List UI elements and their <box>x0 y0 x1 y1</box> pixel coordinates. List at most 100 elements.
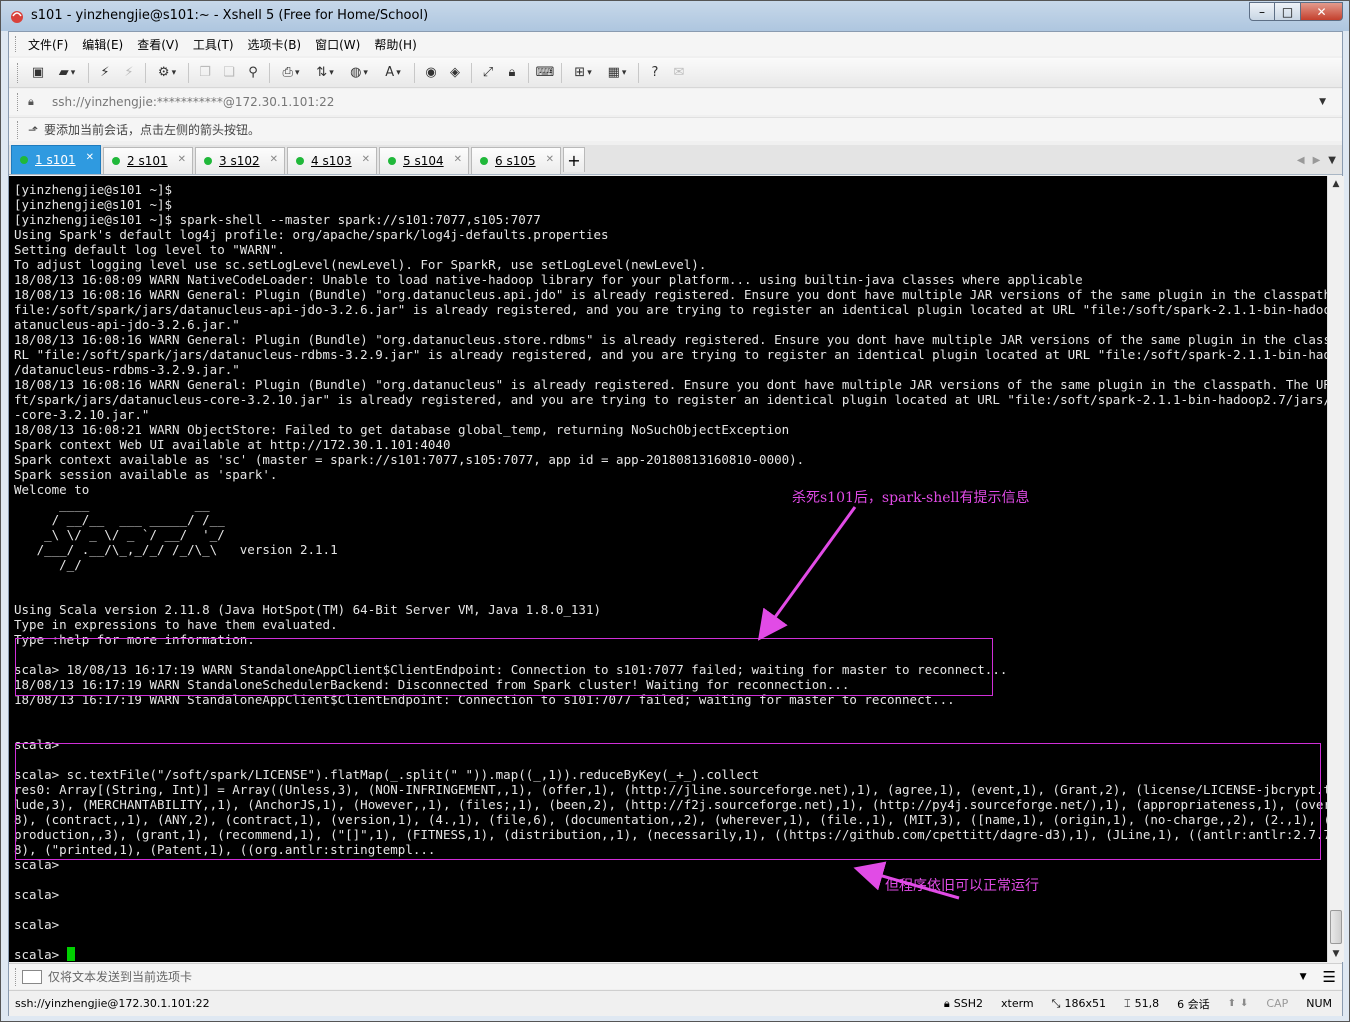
tab-3-s102[interactable]: 3 s102 ✕ <box>195 147 285 174</box>
open-folder-icon[interactable]: ▰ <box>52 63 82 83</box>
title-bar[interactable]: s101 - yinzhengjie@s101:~ - Xshell 5 (Fr… <box>1 1 1349 31</box>
keyboard-icon[interactable]: ⌨ <box>535 63 555 83</box>
scroll-down-icon[interactable]: ▼ <box>1328 946 1344 962</box>
find-icon[interactable]: ⚲ <box>243 63 263 83</box>
tab-close-icon[interactable]: ✕ <box>270 154 278 165</box>
status-sessions: 6 会话 <box>1177 997 1210 1011</box>
add-tab-button[interactable]: + <box>563 147 585 172</box>
connected-status-icon <box>388 157 396 165</box>
toolbar-separator <box>471 62 472 83</box>
menu-window[interactable]: 窗口(W) <box>315 36 360 53</box>
help-icon[interactable]: ? <box>645 63 665 83</box>
status-term: xterm <box>1001 997 1034 1010</box>
xshell-app-icon <box>11 11 23 23</box>
maximize-button[interactable]: □ <box>1275 2 1301 21</box>
disconnect-icon[interactable]: ⚡ <box>119 63 139 83</box>
tab-next-icon[interactable]: ▶ <box>1313 155 1321 166</box>
tab-label: 6 s105 <box>495 154 536 168</box>
tab-1-s101[interactable]: 1 s101 ✕ <box>11 145 101 174</box>
toolbar-separator <box>88 62 89 83</box>
annotation-bottom: 但程序依旧可以正常运行 <box>885 878 1039 894</box>
address-value: ssh://yinzhengjie:***********@172.30.1.1… <box>52 95 335 109</box>
session-hint-text: 要添加当前会话，点击左侧的箭头按钮。 <box>44 123 261 137</box>
toolbar-separator <box>269 62 270 83</box>
minimize-button[interactable]: – <box>1249 2 1275 21</box>
tab-close-icon[interactable]: ✕ <box>546 154 554 165</box>
properties-icon[interactable]: ⚙ <box>152 63 182 83</box>
status-arrows: ⬆ ⬇ <box>1228 998 1249 1009</box>
toolbar: ▣ ▰ ⚡ ⚡ ⚙ ❐ ❏ ⚲ ⎙ ⇅ ◍ A ◉ ◈ ⤢ 🔒︎ ⌨ ⊞ <box>9 58 1342 88</box>
tab-navigation: ◀ ▶ ▼ <box>1297 146 1342 174</box>
status-position: ⌶ 51,8 <box>1124 997 1159 1011</box>
window-controls: – □ ✕ <box>1249 2 1343 22</box>
new-session-icon[interactable]: ▣ <box>28 63 48 83</box>
connect-icon[interactable]: ⚡ <box>95 63 115 83</box>
arrow-down-icon[interactable]: ⬇ <box>1240 998 1248 1009</box>
tab-5-s104[interactable]: 5 s104 ✕ <box>379 147 469 174</box>
connected-status-icon <box>204 157 212 165</box>
menu-help[interactable]: 帮助(H) <box>374 36 416 53</box>
connected-status-icon <box>296 157 304 165</box>
xftp-icon[interactable]: ◉ <box>421 63 441 83</box>
tab-2-s101[interactable]: 2 s101 ✕ <box>103 147 193 174</box>
terminal-scrollbar[interactable]: ▲ ▼ <box>1327 176 1344 962</box>
sendbar-grip <box>15 967 18 986</box>
resize-icon: ⤡ <box>1051 996 1061 1010</box>
scroll-thumb[interactable] <box>1330 910 1342 944</box>
lock-icon[interactable]: 🔒︎ <box>502 63 522 83</box>
warning-highlight-box <box>15 638 993 696</box>
menu-tabs[interactable]: 选项卡(B) <box>248 36 302 53</box>
menu-view[interactable]: 查看(V) <box>137 36 179 53</box>
size-value: 186x51 <box>1064 997 1106 1010</box>
menu-icon[interactable]: ☰ <box>1323 968 1336 986</box>
chevron-down-icon[interactable]: ▼ <box>1300 972 1307 982</box>
hintbar-grip <box>17 120 20 139</box>
menu-tools[interactable]: 工具(T) <box>193 36 234 53</box>
tab-close-icon[interactable]: ✕ <box>178 154 186 165</box>
address-input[interactable]: 🔒︎ ssh://yinzhengjie:***********@172.30.… <box>28 92 1334 112</box>
connected-status-icon <box>112 157 120 165</box>
transfer-icon[interactable]: ⇅ <box>310 63 340 83</box>
tab-prev-icon[interactable]: ◀ <box>1297 155 1305 166</box>
scroll-up-icon[interactable]: ▲ <box>1328 176 1344 192</box>
connected-status-icon <box>480 157 488 165</box>
toolbar-separator <box>638 62 639 83</box>
copy-icon[interactable]: ❐ <box>195 63 215 83</box>
globe-icon[interactable]: ◍ <box>344 63 374 83</box>
tab-label: 5 s104 <box>403 154 444 168</box>
toolbar-grip <box>17 62 20 83</box>
tab-4-s103[interactable]: 4 s103 ✕ <box>287 147 377 174</box>
terminal-output[interactable]: [yinzhengjie@s101 ~]$ [yinzhengjie@s101 … <box>9 176 1327 962</box>
toolbar-separator <box>145 62 146 83</box>
tab-label: 2 s101 <box>127 154 168 168</box>
menu-file[interactable]: 文件(F) <box>28 36 68 53</box>
compose-bar-icon[interactable] <box>22 969 42 984</box>
tab-close-icon[interactable]: ✕ <box>362 154 370 165</box>
tab-label: 1 s101 <box>35 153 76 167</box>
add-session-arrow-icon[interactable]: ⬏ <box>28 123 38 137</box>
toolbar-separator <box>528 62 529 83</box>
fullscreen-icon[interactable]: ⤢ <box>478 63 498 83</box>
tab-list-icon[interactable]: ▼ <box>1328 155 1336 166</box>
layout-icon[interactable]: ▦ <box>602 63 632 83</box>
arrow-up-icon[interactable]: ⬆ <box>1228 998 1236 1009</box>
cursor-position-icon: ⌶ <box>1123 996 1131 1010</box>
xagent-icon[interactable]: ◈ <box>445 63 465 83</box>
status-connection: ssh://yinzhengjie@172.30.1.101:22 <box>15 997 210 1010</box>
menubar-grip <box>15 36 18 52</box>
print-icon[interactable]: ⎙ <box>276 63 306 83</box>
tab-label: 4 s103 <box>311 154 352 168</box>
status-bar: ssh://yinzhengjie@172.30.1.101:22 🔒︎ SSH2… <box>9 990 1342 1016</box>
compose-input[interactable]: 仅将文本发送到当前选项卡 <box>48 968 192 985</box>
font-icon[interactable]: A <box>378 63 408 83</box>
paste-icon[interactable]: ❏ <box>219 63 239 83</box>
close-button[interactable]: ✕ <box>1301 2 1343 21</box>
comment-icon[interactable]: ✉ <box>669 63 689 83</box>
address-bar: 🔒︎ ssh://yinzhengjie:***********@172.30.… <box>9 89 1342 115</box>
chevron-down-icon[interactable]: ▼ <box>1319 97 1334 107</box>
tab-close-icon[interactable]: ✕ <box>86 152 94 163</box>
add-tab-icon[interactable]: ⊞ <box>568 63 598 83</box>
menu-edit[interactable]: 编辑(E) <box>82 36 123 53</box>
tab-close-icon[interactable]: ✕ <box>454 154 462 165</box>
tab-6-s105[interactable]: 6 s105 ✕ <box>471 147 561 174</box>
